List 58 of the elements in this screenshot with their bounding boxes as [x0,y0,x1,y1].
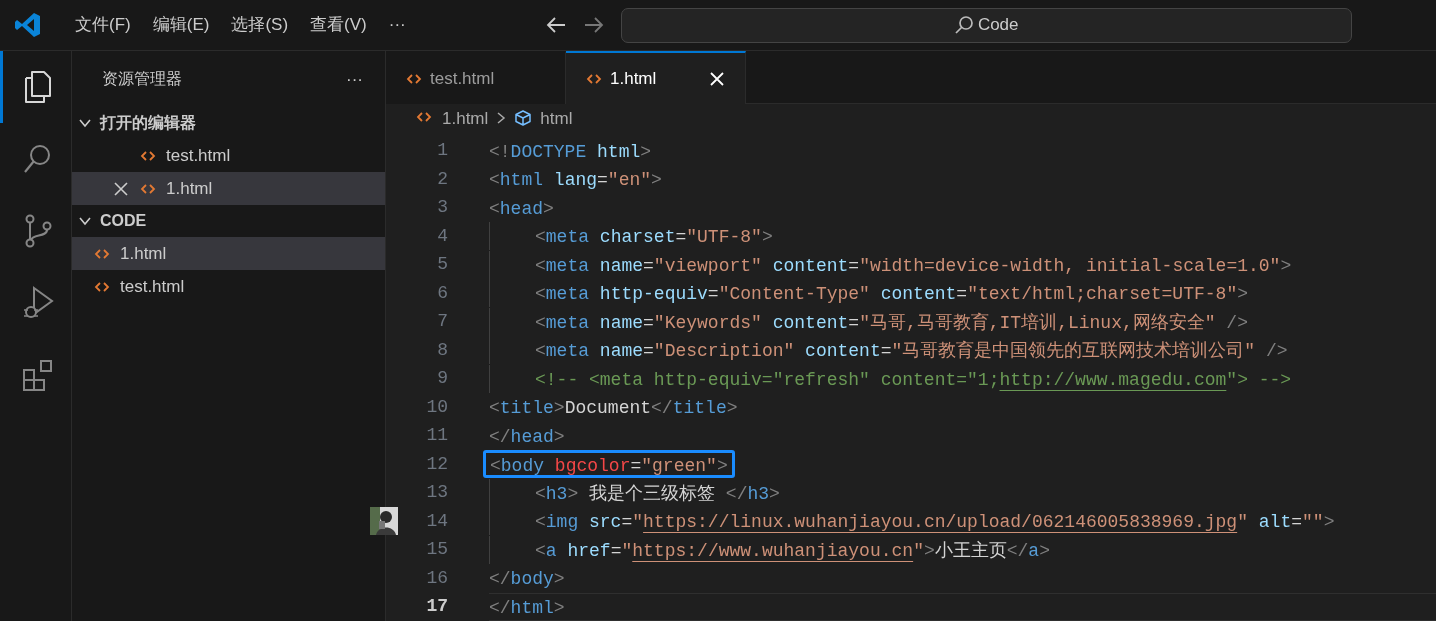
file-item[interactable]: test.html [72,139,385,173]
code-line: <!DOCTYPE html> [488,140,653,164]
app-logo-icon [14,11,42,40]
code-line: <meta http-equiv="Content-Type" content="text/html;charset=UTF-8"> [534,283,1249,307]
breadcrumb-item[interactable]: 1.html [442,105,489,132]
more-button[interactable]: ··· [346,66,363,93]
code-line: <meta name="Keywords" content="马哥,马哥教育,IT培训,Linux,网络安全" /> [534,311,1249,335]
code-line: <meta charset="UTF-8"> [534,226,774,250]
chevron-icon [496,111,507,126]
code-line: <title>Document</title> [488,397,739,421]
line-number: 11 [425,424,448,448]
breadcrumb-item[interactable]: html [540,105,573,132]
editor-tab[interactable]: test.html [386,51,566,105]
code-line: <img src="https://linux.wuhanjiayou.cn/upload/062146005838969.jpg" alt=""> [534,511,1336,535]
code-line: <meta name="viewport" content="width=device-width, initial-scale=1.0"> [534,254,1293,278]
code-line: <html lang="en"> [488,169,663,193]
line-number: 16 [425,566,448,590]
file-item[interactable]: 1.html [72,237,385,271]
line-number: 17 [425,595,448,619]
line-number: 15 [425,538,448,562]
line-number: 7 [436,310,448,334]
line-number: 8 [436,338,448,362]
close-icon [112,179,130,198]
code-line: <a href="https://www.wuhanjiayou.cn">小王主页</a> [534,539,1051,563]
close-icon[interactable] [709,70,725,87]
code-line: </head> [488,425,566,449]
command-center-text: Code [977,14,1019,37]
line-number: 1 [436,139,448,163]
more-button[interactable]: ··· [377,12,417,38]
line-number: 14 [425,509,448,533]
section-header[interactable]: CODE [72,205,385,238]
line-number: 6 [436,281,448,305]
file-item[interactable]: test.html [72,270,385,304]
menu-item[interactable]: 文件(F) [64,12,142,38]
line-number: 13 [425,481,448,505]
code-line: </html> [488,596,566,620]
code-line: <h3> 我是个三级标签 </h3> [534,482,781,506]
menu-item[interactable]: 编辑(E) [141,12,221,38]
line-number: 5 [436,253,448,277]
line-number: 2 [436,167,448,191]
editor-tab[interactable]: 1.html [566,51,746,105]
code-line: <meta name="Description" content="马哥教育是中国领先的互联网技术培训公司" /> [534,339,1289,364]
code-line: <head> [488,197,555,221]
sidebar-title: 资源管理器 [102,69,182,90]
line-number: 12 [425,452,448,476]
section-header[interactable]: 打开的编辑器 [72,107,385,140]
line-number: 9 [436,367,448,391]
file-item[interactable]: 1.html [72,172,385,206]
search-icon [953,15,974,36]
line-number: 3 [436,196,448,220]
menu-item[interactable]: 选择(S) [220,12,300,38]
line-number: 4 [436,224,448,248]
cube-icon [514,109,533,128]
menu-item[interactable]: 查看(V) [299,12,378,38]
command-center[interactable]: Code [620,7,1352,43]
line-number: 10 [425,395,448,419]
code-line: </body> [488,568,566,592]
code-line: <!-- <meta http-equiv="refresh" content="1;http://www.magedu.com"> --> [534,368,1293,392]
